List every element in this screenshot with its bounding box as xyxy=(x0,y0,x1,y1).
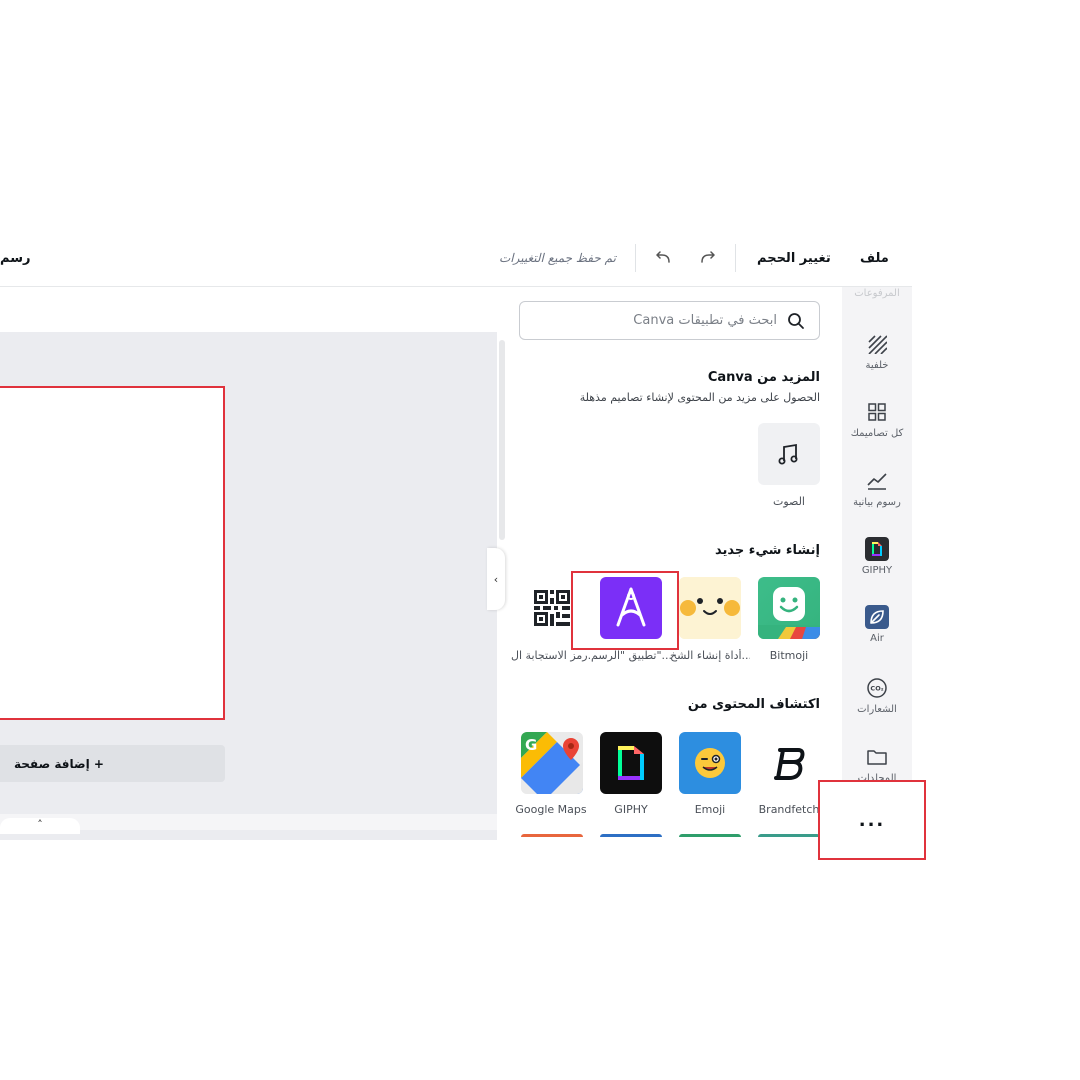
giphy-icon xyxy=(865,537,889,561)
music-note-icon xyxy=(778,443,798,465)
bitmoji-tile[interactable] xyxy=(758,577,820,639)
add-page-button[interactable]: + إضافة صفحة xyxy=(0,745,225,782)
rail-label: خلفية xyxy=(865,360,889,371)
emoji-icon xyxy=(695,748,725,778)
google-maps-tile-label: Google Maps xyxy=(515,803,587,816)
next-row-tile xyxy=(758,834,820,837)
next-row-tile xyxy=(521,834,583,837)
section-title-create-new: إنشاء شيء جديد xyxy=(715,543,820,558)
resize-button[interactable]: تغيير الحجم xyxy=(757,251,831,266)
rail-item-charts[interactable]: رسوم بيانية xyxy=(842,469,912,508)
bitmoji-tile-label: Bitmoji xyxy=(769,649,809,662)
rail-label: رسوم بيانية xyxy=(853,497,901,508)
section-title-discover: اكتشاف المحتوى من xyxy=(687,697,820,712)
canvas-header-strip xyxy=(0,287,497,332)
more-icon: ... xyxy=(858,809,886,831)
search-placeholder: ابحث في تطبيقات Canva xyxy=(633,313,777,328)
draw-app-tile-label: تطبيق "الرسم"... xyxy=(591,649,671,662)
giphy-tile-label: GIPHY xyxy=(614,803,648,816)
grid-icon xyxy=(865,400,889,424)
next-row-tile xyxy=(600,834,662,837)
brandfetch-icon xyxy=(774,748,805,780)
rail-label: GIPHY xyxy=(861,565,893,576)
svg-text:CO₂: CO₂ xyxy=(870,685,883,693)
character-builder-icon xyxy=(679,577,741,639)
redo-icon[interactable] xyxy=(697,247,719,269)
save-status: تم حفظ جميع التغييرات xyxy=(499,251,616,265)
rail-item-air[interactable]: Air xyxy=(842,605,912,644)
chart-icon xyxy=(865,469,889,493)
audio-tile-label: الصوت xyxy=(773,495,805,508)
panel-scrollbar[interactable] xyxy=(499,340,505,540)
emoji-tile[interactable] xyxy=(679,732,741,794)
character-builder-tile-label: أداة إنشاء الشخ... xyxy=(670,649,750,662)
co2-logo-icon: CO₂ xyxy=(865,676,889,700)
toolbar-divider xyxy=(735,244,736,272)
rail-label: المرفوعات xyxy=(854,288,900,299)
section-subtitle-more-from-canva: الحصول على مزيد من المحتوى لإنشاء تصاميم… xyxy=(579,391,820,404)
undo-icon[interactable] xyxy=(652,247,674,269)
rail-item-logos[interactable]: CO₂ الشعارات xyxy=(842,676,912,715)
svg-text:G: G xyxy=(525,736,537,754)
file-menu[interactable]: ملف xyxy=(860,251,889,266)
google-maps-icon: G xyxy=(521,732,583,794)
giphy-tile[interactable] xyxy=(600,732,662,794)
chevron-left-icon: ‹ xyxy=(493,572,499,586)
next-row-tile xyxy=(679,834,741,837)
emoji-tile-label: Emoji xyxy=(694,803,726,816)
rail-label: كل تصاميمك xyxy=(850,428,904,439)
rail-item-uploads[interactable]: المرفوعات xyxy=(842,288,912,299)
rail-item-giphy[interactable]: GIPHY xyxy=(842,537,912,576)
qr-code-tile-label: رمز الاستجابة ال... xyxy=(511,649,591,662)
collapse-pages-button[interactable]: ˄ xyxy=(0,818,80,834)
rail-item-background[interactable]: خلفية xyxy=(842,332,912,371)
highlight-draw-app xyxy=(571,571,679,650)
rail-label: الشعارات xyxy=(857,704,897,715)
google-maps-tile[interactable]: G xyxy=(521,732,583,794)
rail-item-all-designs[interactable]: كل تصاميمك xyxy=(842,400,912,439)
section-title-more-from-canva: المزيد من Canva xyxy=(707,370,820,385)
character-builder-tile[interactable] xyxy=(679,577,741,639)
design-page[interactable] xyxy=(0,386,225,720)
rail-label: Air xyxy=(870,633,884,644)
folder-icon xyxy=(865,745,889,769)
bitmoji-icon xyxy=(758,587,820,639)
design-title[interactable]: رسم xyxy=(0,251,30,266)
more-apps-button[interactable]: ... xyxy=(818,780,926,860)
collapse-panel-button[interactable]: ‹ xyxy=(487,548,505,610)
giphy-icon xyxy=(618,746,644,780)
rail-item-folders[interactable]: المجلدات xyxy=(842,745,912,784)
background-pattern-icon xyxy=(865,332,889,356)
air-icon xyxy=(865,605,889,629)
brandfetch-tile-label: Brandfetch xyxy=(758,803,820,816)
toolbar-divider xyxy=(635,244,636,272)
add-page-label: + إضافة صفحة xyxy=(14,756,104,771)
audio-tile[interactable] xyxy=(758,423,820,485)
search-icon xyxy=(787,312,805,334)
chevron-up-icon: ˄ xyxy=(37,818,43,831)
brandfetch-tile[interactable] xyxy=(758,732,820,794)
